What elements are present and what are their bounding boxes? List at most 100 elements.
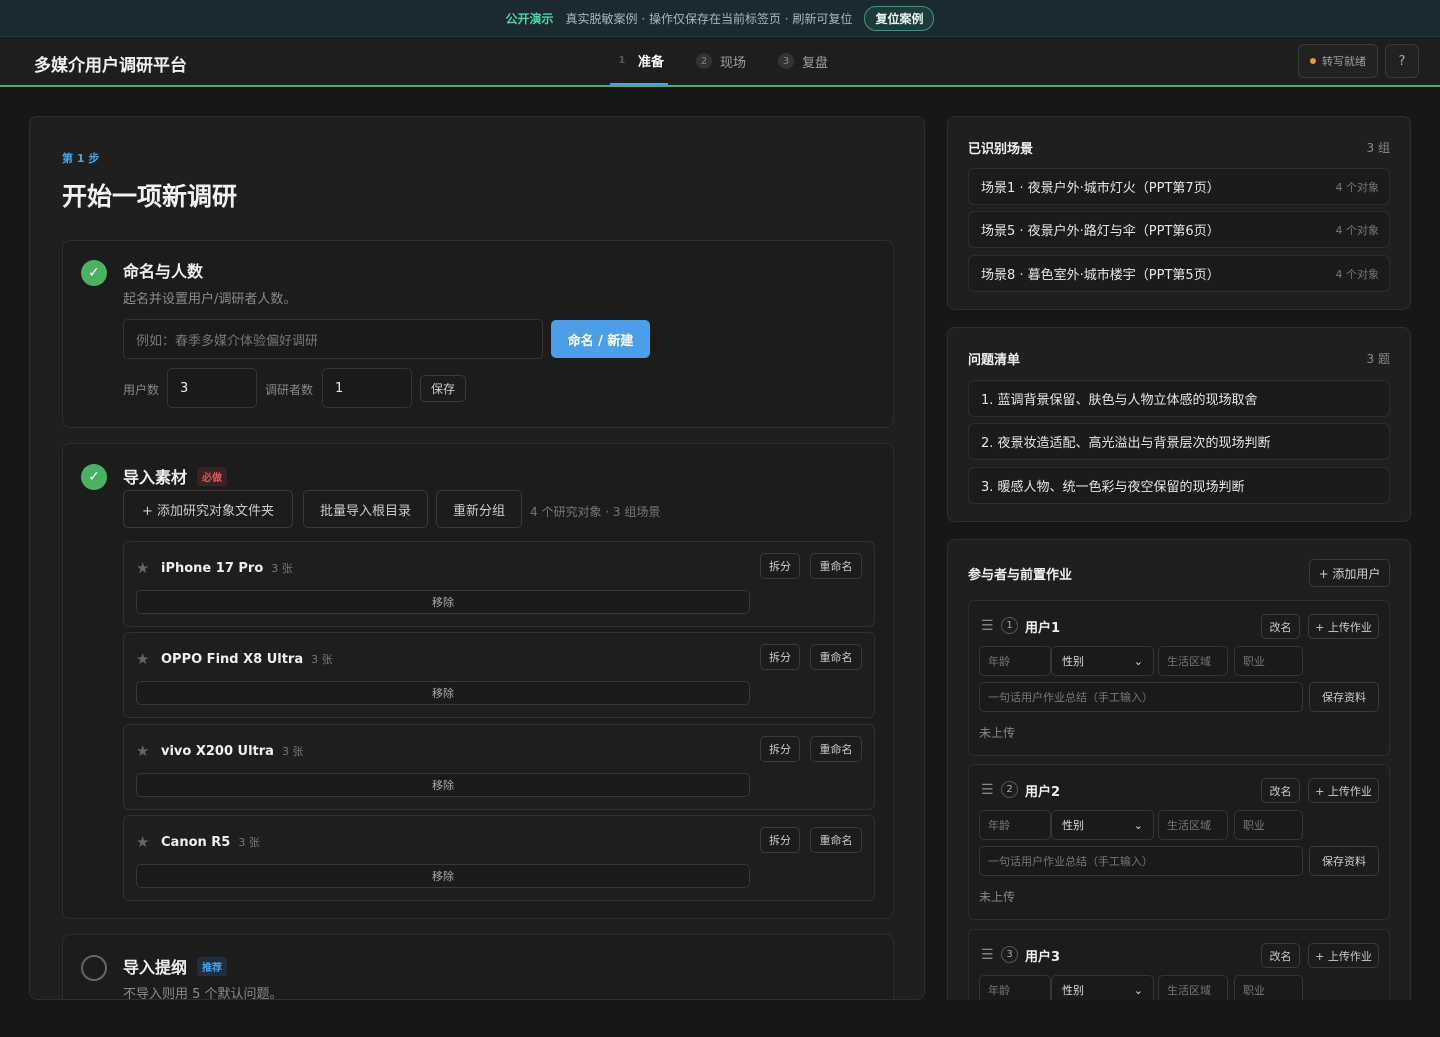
star-icon[interactable]: ★ xyxy=(136,833,149,851)
save-profile-button[interactable]: 保存资料 xyxy=(1309,682,1379,712)
device-name: OPPO Find X8 Ultra 3 张 xyxy=(161,652,333,667)
device-count: 3 张 xyxy=(311,653,333,666)
questions-title: 问题清单 xyxy=(968,353,1021,368)
star-icon[interactable]: ★ xyxy=(136,742,149,760)
user-name: 用户3 xyxy=(1025,950,1061,965)
gender-value: 性别 xyxy=(1062,819,1084,832)
age-input[interactable]: 年龄 xyxy=(979,810,1051,840)
users-count-input[interactable]: 3 xyxy=(167,368,257,408)
rename-button[interactable]: 重命名 xyxy=(810,644,862,670)
scene-objects: 4 个对象 xyxy=(1335,267,1380,281)
remove-button[interactable]: 移除 xyxy=(136,590,750,614)
tab-label: 复盘 xyxy=(802,55,829,71)
summary-input[interactable]: 一句话用户作业总结（手工输入） xyxy=(979,846,1303,876)
gender-value: 性别 xyxy=(1062,655,1084,668)
rename-button[interactable]: 重命名 xyxy=(810,736,862,762)
create-study-button[interactable]: 命名 / 新建 xyxy=(551,320,650,358)
upload-homework-button[interactable]: + 上传作业 xyxy=(1308,614,1379,639)
summary-input[interactable]: 一句话用户作业总结（手工输入） xyxy=(979,682,1303,712)
star-icon[interactable]: ★ xyxy=(136,559,149,577)
rename-button[interactable]: 重命名 xyxy=(810,553,862,579)
add-folder-button[interactable]: + 添加研究对象文件夹 xyxy=(123,490,293,528)
scene-item[interactable]: 场景5 · 夜景户外·路灯与伞（PPT第6页） 4 个对象 xyxy=(968,211,1390,248)
remove-button[interactable]: 移除 xyxy=(136,864,750,888)
age-input[interactable]: 年龄 xyxy=(979,975,1051,1000)
users-count-label: 用户数 xyxy=(123,383,160,397)
split-button[interactable]: 拆分 xyxy=(760,644,800,670)
step-number: 3 xyxy=(778,53,795,69)
region-input[interactable]: 生活区域 xyxy=(1158,646,1228,676)
researchers-count-label: 调研者数 xyxy=(265,383,314,397)
drag-handle-icon[interactable]: ☰ xyxy=(981,618,994,634)
scene-objects: 4 个对象 xyxy=(1335,223,1380,237)
scenes-count: 3 组 xyxy=(1366,141,1390,155)
scene-item[interactable]: 场景1 · 夜景户外·城市灯火（PPT第7页） 4 个对象 xyxy=(968,168,1390,205)
save-count-button[interactable]: 保存 xyxy=(420,375,466,402)
rename-user-button[interactable]: 改名 xyxy=(1261,943,1300,968)
device-count: 3 张 xyxy=(238,836,260,849)
region-input[interactable]: 生活区域 xyxy=(1158,810,1228,840)
split-button[interactable]: 拆分 xyxy=(760,736,800,762)
status-text: 转写就绪 xyxy=(1322,55,1366,68)
upload-status: 未上传 xyxy=(979,726,1016,740)
reset-case-button[interactable]: 复位案例 xyxy=(864,5,935,31)
researchers-count-input[interactable]: 1 xyxy=(322,368,412,408)
demo-banner: 公开演示 真实脱敏案例 · 操作仅保存在当前标签页 · 刷新可复位 复位案例 xyxy=(0,0,1440,37)
age-input[interactable]: 年龄 xyxy=(979,646,1051,676)
upload-homework-button[interactable]: + 上传作业 xyxy=(1308,778,1379,803)
job-input[interactable]: 职业 xyxy=(1234,646,1303,676)
save-profile-button[interactable]: 保存资料 xyxy=(1309,846,1379,876)
rename-user-button[interactable]: 改名 xyxy=(1261,614,1300,639)
gender-select[interactable]: 性别 ⌄ xyxy=(1051,810,1154,840)
split-button[interactable]: 拆分 xyxy=(760,827,800,853)
tab-label: 准备 xyxy=(638,54,665,70)
tab-label: 现场 xyxy=(720,55,747,71)
tab-field[interactable]: 2 现场 xyxy=(692,37,750,85)
remove-button[interactable]: 移除 xyxy=(136,773,750,797)
tab-review[interactable]: 3 复盘 xyxy=(774,37,832,85)
upload-status: 未上传 xyxy=(979,890,1016,904)
remove-button[interactable]: 移除 xyxy=(136,681,750,705)
recommended-badge: 推荐 xyxy=(197,956,228,976)
step-tabs: 1 准备 2 现场 3 复盘 xyxy=(610,37,832,85)
question-item[interactable]: 2. 夜景妆造适配、高光溢出与背景层次的现场判断 xyxy=(968,423,1390,460)
region-input[interactable]: 生活区域 xyxy=(1158,975,1228,1000)
rename-button[interactable]: 重命名 xyxy=(810,827,862,853)
transcription-status[interactable]: 转写就绪 xyxy=(1298,44,1378,78)
drag-handle-icon[interactable]: ☰ xyxy=(981,947,994,963)
add-user-button[interactable]: + 添加用户 xyxy=(1309,559,1390,587)
user-card: ☰ 2 用户2 改名 + 上传作业 年龄 性别 ⌄ 生活区域 职业 一句话用户作业… xyxy=(968,764,1390,920)
upload-homework-button[interactable]: + 上传作业 xyxy=(1308,943,1379,968)
scene-label: 场景5 · 夜景户外·路灯与伞（PPT第6页） xyxy=(981,224,1220,239)
device-card: ★ iPhone 17 Pro 3 张 拆分 重命名 移除 xyxy=(123,541,875,627)
gender-select[interactable]: 性别 ⌄ xyxy=(1051,646,1154,676)
tab-prepare[interactable]: 1 准备 xyxy=(610,37,669,85)
scene-item[interactable]: 场景8 · 暮色室外·城市楼宇（PPT第5页） 4 个对象 xyxy=(968,255,1390,292)
questions-count: 3 题 xyxy=(1366,352,1390,366)
star-icon[interactable]: ★ xyxy=(136,650,149,668)
demo-text: 真实脱敏案例 · 操作仅保存在当前标签页 · 刷新可复位 xyxy=(565,11,853,26)
job-input[interactable]: 职业 xyxy=(1234,810,1303,840)
batch-import-button[interactable]: 批量导入根目录 xyxy=(303,490,428,528)
split-button[interactable]: 拆分 xyxy=(760,553,800,579)
check-icon: ✓ xyxy=(81,260,107,286)
question-item[interactable]: 1. 蓝调背景保留、肤色与人物立体感的现场取舍 xyxy=(968,380,1390,417)
gender-select[interactable]: 性别 ⌄ xyxy=(1051,975,1154,1000)
step-number: 1 xyxy=(618,54,626,66)
rename-user-button[interactable]: 改名 xyxy=(1261,778,1300,803)
scenes-title: 已识别场景 xyxy=(968,142,1034,157)
question-item[interactable]: 3. 暖感人物、统一色彩与夜空保留的现场判断 xyxy=(968,467,1390,504)
user-card: ☰ 1 用户1 改名 + 上传作业 年龄 性别 ⌄ 生活区域 职业 一句话用户作业… xyxy=(968,600,1390,756)
pending-circle-icon xyxy=(81,955,107,981)
help-button[interactable]: ? xyxy=(1385,44,1419,78)
required-badge: 必做 xyxy=(197,466,228,486)
naming-title: 命名与人数 xyxy=(123,262,204,281)
device-count: 3 张 xyxy=(271,562,293,575)
user-number: 3 xyxy=(1001,946,1018,963)
job-input[interactable]: 职业 xyxy=(1234,975,1303,1000)
regroup-button[interactable]: 重新分组 xyxy=(436,490,522,528)
section-desc: 起名并设置用户/调研者人数。 xyxy=(123,292,297,307)
naming-section: ✓ 命名与人数 起名并设置用户/调研者人数。 例如：春季多媒介体验偏好调研 命名… xyxy=(62,240,894,428)
drag-handle-icon[interactable]: ☰ xyxy=(981,782,994,798)
study-name-input[interactable]: 例如：春季多媒介体验偏好调研 xyxy=(123,319,543,359)
